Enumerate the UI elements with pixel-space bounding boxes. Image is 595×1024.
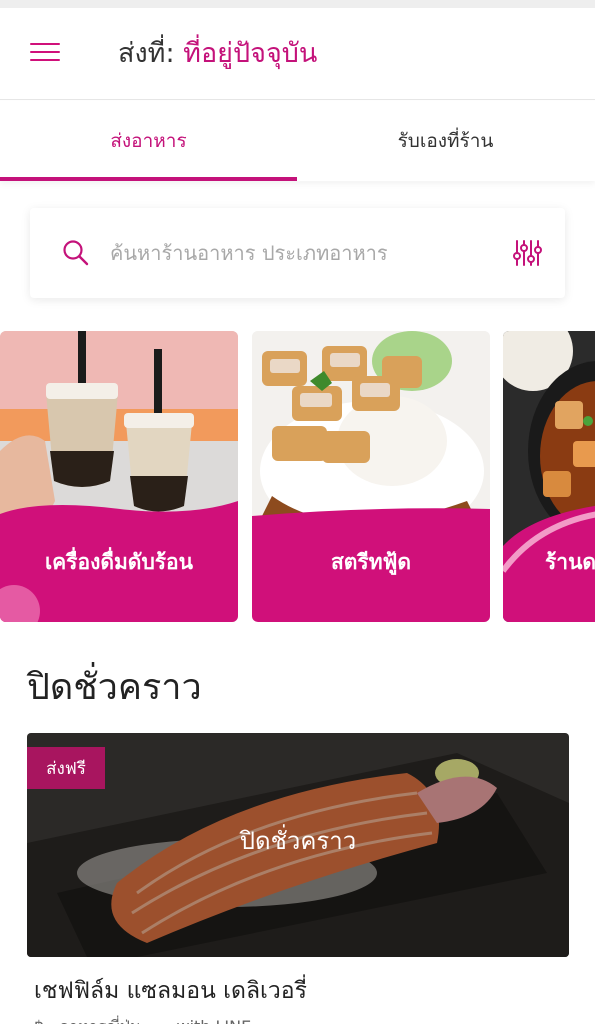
restaurant-name: เชฟฟิล์ม แซลมอน เดลิเวอรี่ [34, 978, 307, 1004]
tab-delivery[interactable]: ส่งอาหาร [0, 101, 297, 181]
category-carousel[interactable]: เครื่องดื่มดับร้อน สตรีทฟู้ด ร้านด [0, 331, 595, 622]
order-mode-tabs: ส่งอาหาร รับเองที่ร้าน [0, 101, 595, 181]
closed-status-text: ปิดชั่วคราว [239, 827, 357, 855]
tab-pickup[interactable]: รับเองที่ร้าน [297, 101, 594, 181]
deliver-to-value[interactable]: ที่อยู่ปัจจุบัน [183, 38, 317, 69]
category-label: เครื่องดื่มดับร้อน [44, 550, 194, 574]
deliver-to-label: ส่งที่: [118, 38, 175, 69]
search-bar[interactable] [30, 208, 565, 298]
category-card-street-food[interactable]: สตรีทฟู้ด [252, 331, 490, 622]
status-strip [0, 0, 595, 8]
search-icon [63, 240, 89, 266]
filter-sliders-icon[interactable] [512, 238, 542, 268]
category-card-third[interactable]: ร้านด [503, 331, 595, 622]
active-tab-indicator [0, 177, 297, 181]
hamburger-menu-icon[interactable] [30, 42, 62, 64]
delivery-address-selector[interactable]: ส่งที่: ที่อยู่ปัจจุบัน [118, 34, 317, 74]
restaurant-subtitle: ฿ · อาหารญี่ปุ่น · ... with LINE [34, 1015, 251, 1024]
category-card-drinks[interactable]: เครื่องดื่มดับร้อน [0, 331, 238, 622]
category-label: ร้านด [545, 550, 595, 574]
category-label: สตรีทฟู้ด [330, 550, 412, 574]
restaurant-image: ส่งฟรี ปิดชั่วคราว [27, 733, 569, 957]
search-input[interactable] [110, 232, 520, 274]
section-title: ปิดชั่วคราว [27, 667, 202, 708]
free-delivery-badge: ส่งฟรี [27, 747, 105, 789]
app-header: ส่งที่: ที่อยู่ปัจจุบัน [0, 8, 595, 100]
restaurant-card[interactable]: ส่งฟรี ปิดชั่วคราว เชฟฟิล์ม แซลมอน เดลิเ… [27, 733, 569, 1024]
